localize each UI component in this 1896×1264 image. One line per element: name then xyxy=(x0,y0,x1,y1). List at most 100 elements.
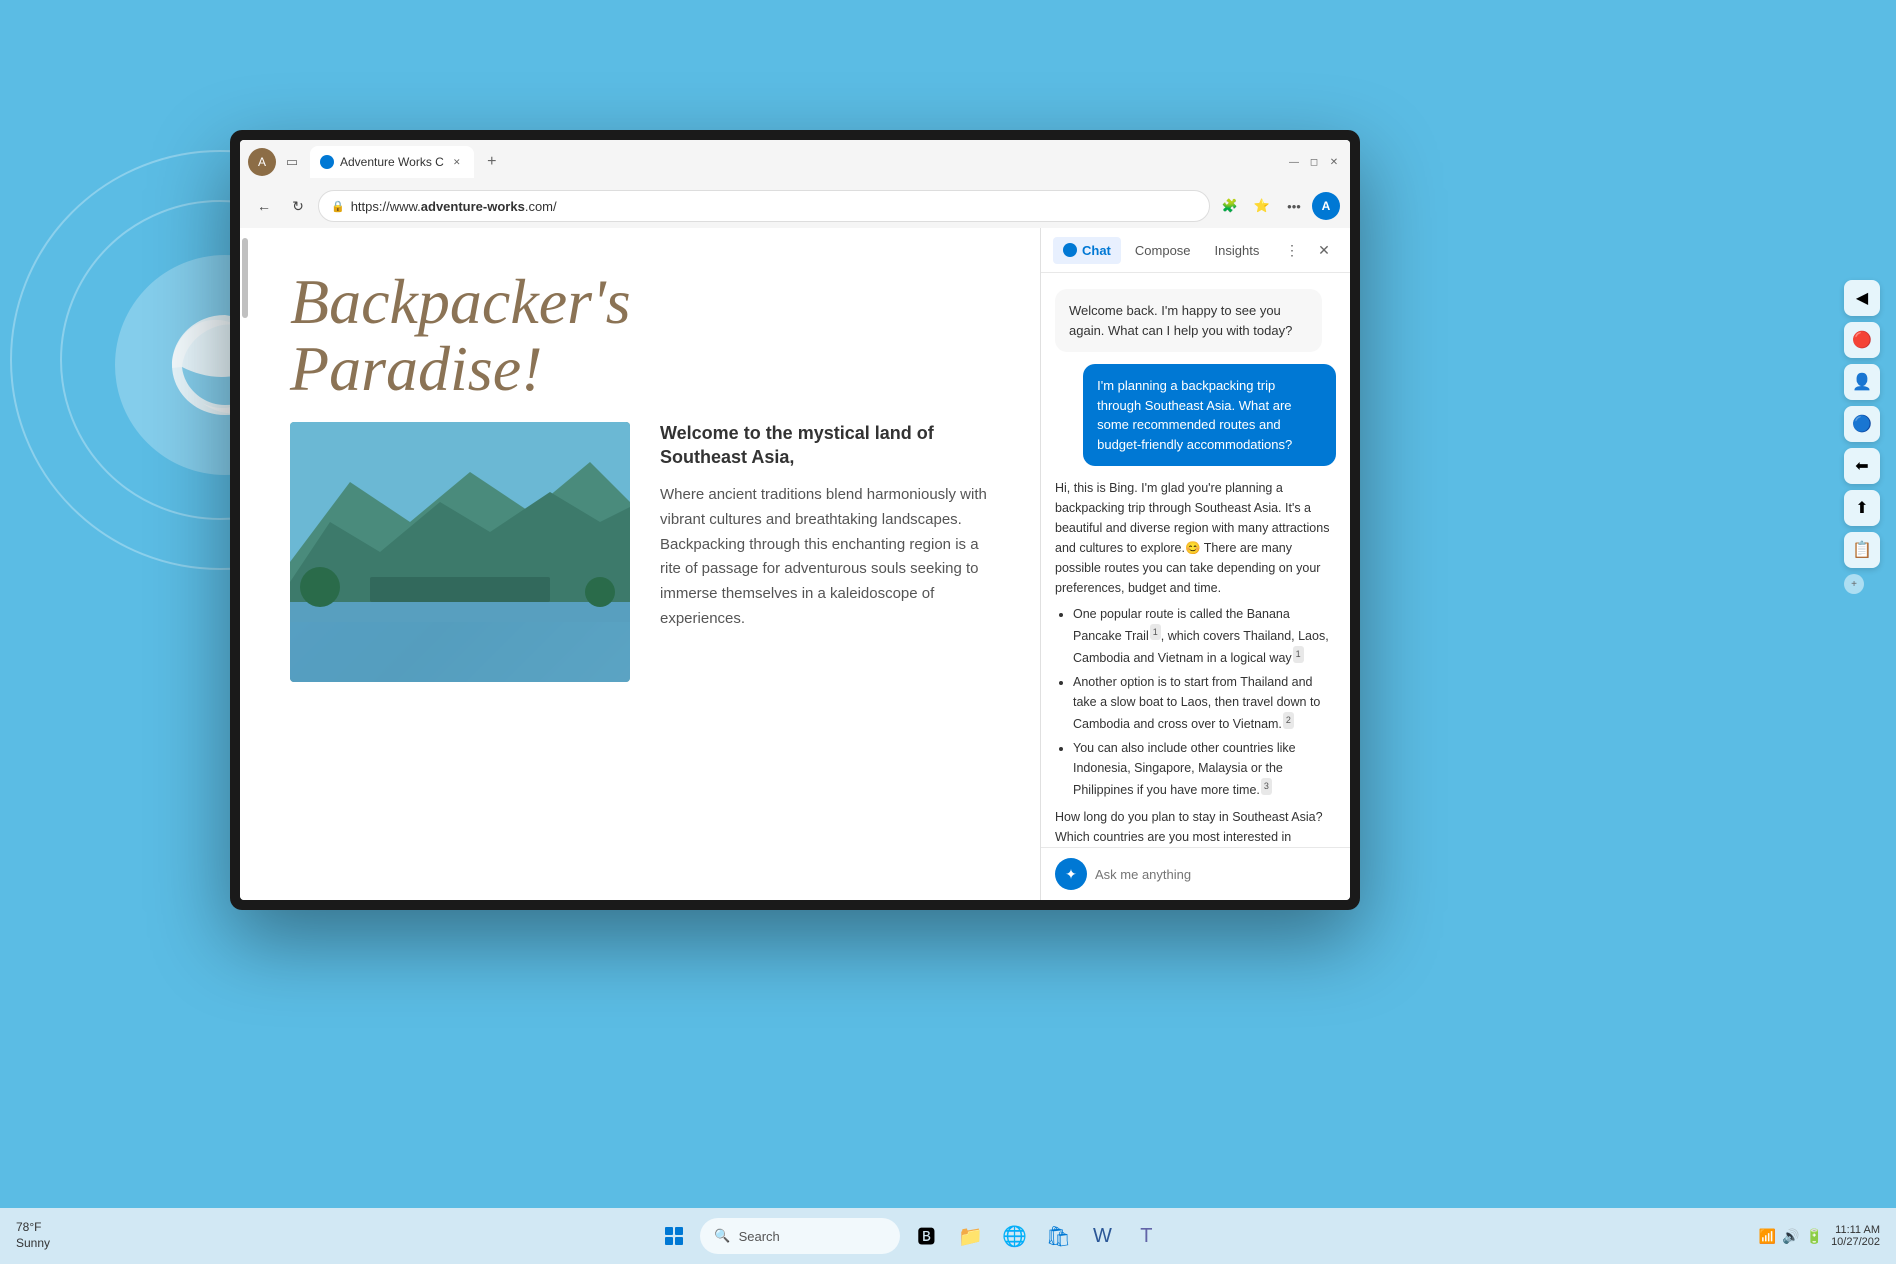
taskbar-clock[interactable]: 11:11 AM 10/27/202 xyxy=(1831,1224,1880,1248)
nav-right-icons: 🧩 ⭐ ••• A xyxy=(1216,192,1340,220)
copilot-right-icon-7[interactable]: 📋 xyxy=(1844,532,1880,568)
address-text: https://www.adventure-works.com/ xyxy=(351,199,1197,214)
search-label: Search xyxy=(739,1229,780,1244)
bot-welcome-message: Welcome back. I'm happy to see you again… xyxy=(1055,289,1322,352)
copilot-right-icon-5[interactable]: ⬅ xyxy=(1844,448,1880,484)
taskbar-left: 78°F Sunny xyxy=(16,1220,62,1251)
more-btn[interactable]: ••• xyxy=(1280,192,1308,220)
weather-temp: 78°F xyxy=(16,1220,50,1236)
browser-tab-active[interactable]: Adventure Works C ✕ xyxy=(310,146,474,178)
profile-btn[interactable]: A xyxy=(1312,192,1340,220)
webpage-body-text: Where ancient traditions blend harmoniou… xyxy=(660,483,1000,632)
browser-tabs-area: ▭ Adventure Works C ✕ + xyxy=(282,146,1286,178)
win-grid-cell-3 xyxy=(665,1237,673,1245)
copilot-right-icon-6[interactable]: ⬆ xyxy=(1844,490,1880,526)
taskbar-files-icon[interactable]: 📁 xyxy=(952,1218,988,1254)
bot-route-list: One popular route is called the Banana P… xyxy=(1055,604,1336,801)
taskbar-store-icon[interactable]: 🛍 xyxy=(1040,1218,1076,1254)
win-maximize-btn[interactable]: ◻ xyxy=(1306,154,1322,170)
laptop-frame: A ▭ Adventure Works C ✕ + — ◻ ✕ xyxy=(230,130,1360,910)
copilot-input-field[interactable] xyxy=(1095,858,1336,890)
taskbar-center: 🔍 Search 🅱 📁 🌐 🛍 W T xyxy=(62,1218,1759,1254)
laptop-screen: A ▭ Adventure Works C ✕ + — ◻ ✕ xyxy=(240,140,1350,900)
webpage-content: Backpacker's Paradise! xyxy=(240,228,1040,900)
battery-icon[interactable]: 🔋 xyxy=(1806,1228,1823,1245)
tab-add-btn[interactable]: + xyxy=(478,148,506,176)
win-grid-cell-1 xyxy=(665,1227,673,1235)
copilot-right-icon-4[interactable]: 🔵 xyxy=(1844,406,1880,442)
copilot-close-btn[interactable]: ✕ xyxy=(1310,236,1338,264)
browser-window-controls: — ◻ ✕ xyxy=(1286,154,1342,170)
webpage-title-line1: Backpacker's xyxy=(290,266,631,337)
copilot-tab-insights[interactable]: Insights xyxy=(1205,237,1270,264)
bot-question-text: How long do you plan to stay in Southeas… xyxy=(1055,807,1336,847)
send-icon: ✦ xyxy=(1065,866,1077,883)
browser-top-bar: A ▭ Adventure Works C ✕ + — ◻ ✕ xyxy=(240,140,1350,184)
address-domain: adventure-works xyxy=(421,199,525,214)
webpage-title-line2: Paradise! xyxy=(290,333,542,404)
webpage-subtitle: Welcome to the mystical land of Southeas… xyxy=(660,422,1000,469)
webpage-body-section: Welcome to the mystical land of Southeas… xyxy=(250,422,1040,682)
taskbar-teams-icon[interactable]: T xyxy=(1128,1218,1164,1254)
footnote-3: 2 xyxy=(1283,712,1294,728)
bot-bullet-3: You can also include other countries lik… xyxy=(1073,738,1336,800)
taskbar-weather[interactable]: 78°F Sunny xyxy=(16,1220,50,1251)
webpage-title-section: Backpacker's Paradise! xyxy=(250,228,1040,422)
user-message: I'm planning a backpacking trip through … xyxy=(1083,364,1336,466)
address-rest: .com/ xyxy=(525,199,557,214)
volume-icon[interactable]: 🔊 xyxy=(1782,1228,1799,1245)
copilot-tab-chat[interactable]: Chat xyxy=(1053,237,1121,264)
copilot-chat-area[interactable]: Welcome back. I'm happy to see you again… xyxy=(1041,273,1350,847)
right-side-icons: ◀ 🔴 👤 🔵 ⬅ ⬆ 📋 + xyxy=(1844,280,1880,594)
hero-image-svg xyxy=(290,422,630,682)
webpage-inner: Backpacker's Paradise! xyxy=(250,228,1040,900)
extensions-btn[interactable]: 🧩 xyxy=(1216,192,1244,220)
tab-favicon xyxy=(320,155,334,169)
tab-title: Adventure Works C xyxy=(340,155,444,169)
bot-welcome-text: Welcome back. I'm happy to see you again… xyxy=(1069,303,1292,338)
favorites-btn[interactable]: ⭐ xyxy=(1248,192,1276,220)
browser-back-btn[interactable]: ← xyxy=(250,192,278,220)
wifi-icon[interactable]: 📶 xyxy=(1759,1228,1776,1245)
address-bar[interactable]: 🔒 https://www.adventure-works.com/ xyxy=(318,190,1210,222)
start-button[interactable] xyxy=(656,1218,692,1254)
bot-long-response: Hi, this is Bing. I'm glad you're planni… xyxy=(1055,478,1336,847)
windows-logo-icon xyxy=(665,1227,683,1245)
tab-manager-icon[interactable]: ▭ xyxy=(282,152,302,172)
win-minimize-btn[interactable]: — xyxy=(1286,154,1302,170)
copilot-tab-compose[interactable]: Compose xyxy=(1125,237,1201,264)
bot-bullet-2: Another option is to start from Thailand… xyxy=(1073,672,1336,734)
copilot-more-btn[interactable]: ⋮ xyxy=(1278,236,1306,264)
webpage-text-section: Welcome to the mystical land of Southeas… xyxy=(660,422,1000,682)
search-icon: 🔍 xyxy=(714,1228,730,1244)
scroll-thumb xyxy=(242,238,248,318)
time-display: 11:11 AM xyxy=(1835,1224,1880,1236)
taskbar-search[interactable]: 🔍 Search xyxy=(700,1218,900,1254)
lock-icon: 🔒 xyxy=(331,200,345,213)
copilot-chat-icon xyxy=(1063,243,1077,257)
footnote-2: 1 xyxy=(1293,646,1304,662)
date-display: 10/27/202 xyxy=(1831,1236,1880,1248)
expand-toggle[interactable]: + xyxy=(1844,574,1864,594)
win-close-btn[interactable]: ✕ xyxy=(1326,154,1342,170)
taskbar-right: 📶 🔊 🔋 11:11 AM 10/27/202 xyxy=(1759,1224,1880,1248)
webpage-hero-image xyxy=(290,422,630,682)
taskbar-bing-icon[interactable]: 🅱 xyxy=(908,1218,944,1254)
bot-response-intro: Hi, this is Bing. I'm glad you're planni… xyxy=(1055,478,1336,598)
copilot-right-icon-3[interactable]: 👤 xyxy=(1844,364,1880,400)
webpage-title: Backpacker's Paradise! xyxy=(290,268,1000,402)
browser-refresh-btn[interactable]: ↻ xyxy=(284,192,312,220)
copilot-compose-label: Compose xyxy=(1135,243,1191,258)
taskbar-edge-icon[interactable]: 🌐 xyxy=(996,1218,1032,1254)
copilot-right-icon-1[interactable]: ◀ xyxy=(1844,280,1880,316)
browser-avatar[interactable]: A xyxy=(248,148,276,176)
weather-condition: Sunny xyxy=(16,1236,50,1252)
tab-close-btn[interactable]: ✕ xyxy=(450,155,464,169)
copilot-right-icon-2[interactable]: 🔴 xyxy=(1844,322,1880,358)
copilot-send-btn[interactable]: ✦ xyxy=(1055,858,1087,890)
footnote-4: 3 xyxy=(1261,778,1272,794)
taskbar: 78°F Sunny 🔍 Search 🅱 📁 🌐 🛍 W T xyxy=(0,1208,1896,1264)
copilot-chat-label: Chat xyxy=(1082,243,1111,258)
browser-chrome: A ▭ Adventure Works C ✕ + — ◻ ✕ xyxy=(240,140,1350,228)
taskbar-word-icon[interactable]: W xyxy=(1084,1218,1120,1254)
